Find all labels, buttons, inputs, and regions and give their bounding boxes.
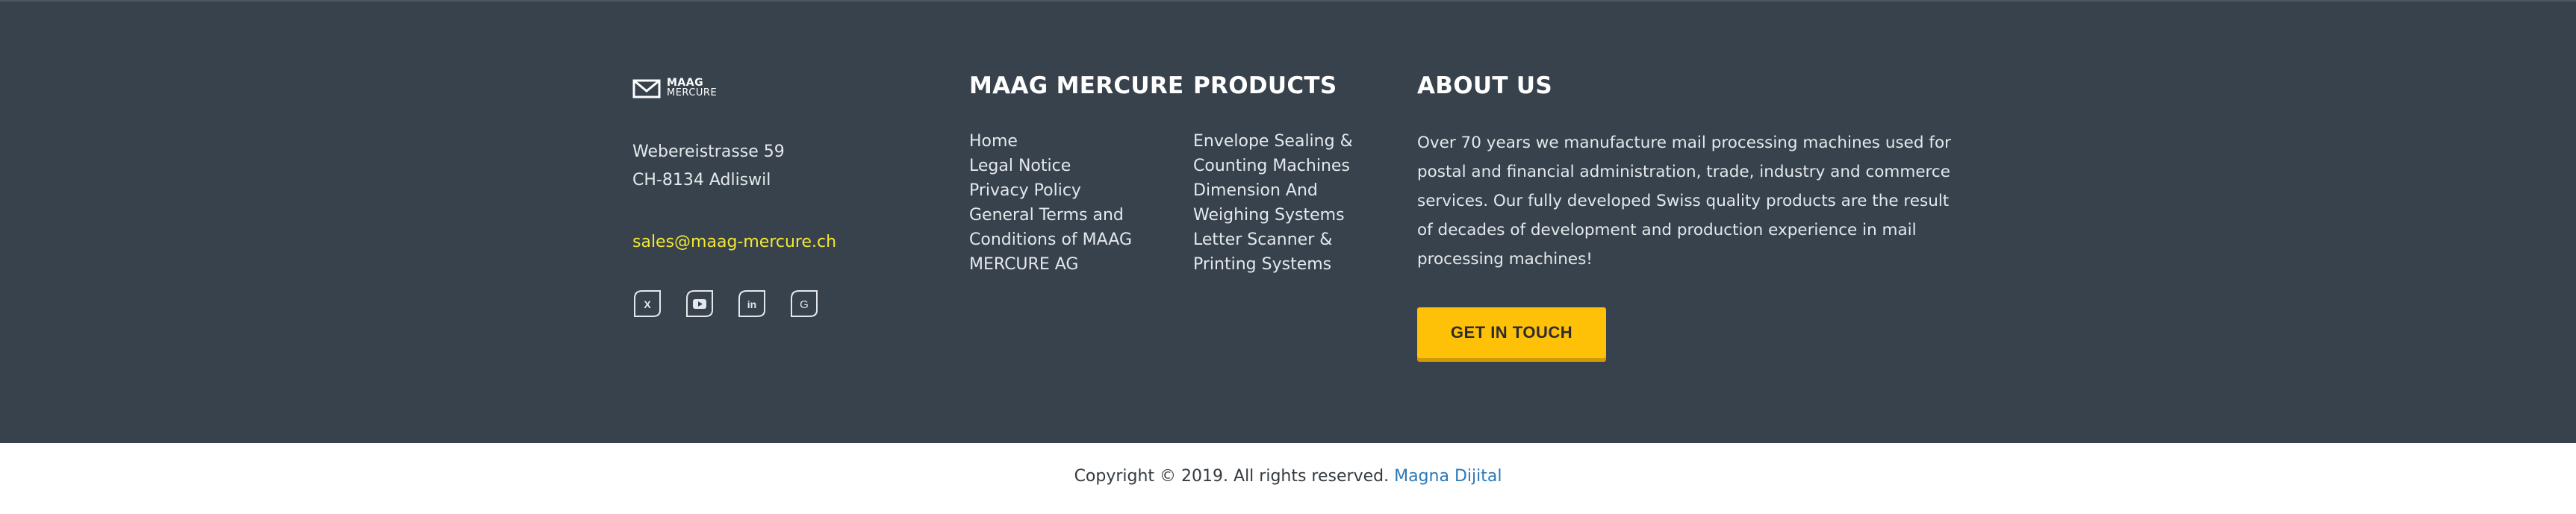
agency-link[interactable]: Magna Dijital <box>1394 467 1502 486</box>
xing-icon[interactable]: X <box>632 289 662 318</box>
dimension-weighing-link[interactable]: Weighing Systems <box>1193 203 1353 228</box>
youtube-icon[interactable] <box>685 289 715 318</box>
about-column-title: ABOUT US <box>1417 72 1552 99</box>
google-icon[interactable]: G <box>789 289 819 318</box>
general-terms-link[interactable]: MERCURE AG <box>969 252 1132 277</box>
about-text: Over 70 years we manufacture mail proces… <box>1417 134 1951 269</box>
get-in-touch-button[interactable]: GET IN TOUCH <box>1417 307 1606 358</box>
products-links: Envelope Sealing & Counting Machines Dim… <box>1193 129 1353 277</box>
envelope-sealing-link[interactable]: Counting Machines <box>1193 154 1353 178</box>
logo-text: MAAG MERCURE <box>667 78 717 98</box>
logo-brand: MAAG <box>667 76 704 89</box>
company-column-title: MAAG MERCURE <box>969 72 1184 99</box>
svg-text:X: X <box>644 298 651 310</box>
products-column-title: PRODUCTS <box>1193 72 1337 99</box>
general-terms-link[interactable]: General Terms and <box>969 203 1132 228</box>
logo-subbrand: MERCURE <box>667 87 718 98</box>
letter-scanner-link[interactable]: Printing Systems <box>1193 252 1353 277</box>
address-city: CH-8134 Adliswil <box>632 171 771 189</box>
logo[interactable]: MAAG MERCURE <box>632 75 719 100</box>
linkedin-icon[interactable]: in <box>737 289 767 318</box>
legal-notice-link[interactable]: Legal Notice <box>969 154 1132 178</box>
privacy-policy-link[interactable]: Privacy Policy <box>969 178 1132 203</box>
copyright: Copyright © 2019. All rights reserved. M… <box>0 467 2576 486</box>
logo-envelope-icon <box>632 79 661 98</box>
email-link[interactable]: sales@maag-mercure.ch <box>632 233 836 251</box>
svg-text:G: G <box>800 298 809 311</box>
svg-text:in: in <box>747 298 756 310</box>
copyright-text: Copyright © 2019. All rights reserved. <box>1074 467 1390 486</box>
footer: MAAG MERCURE Webereistrasse 59 CH-8134 A… <box>0 0 2576 443</box>
envelope-sealing-link[interactable]: Envelope Sealing & <box>1193 129 1353 154</box>
address-street: Webereistrasse 59 <box>632 142 785 161</box>
general-terms-link[interactable]: Conditions of MAAG <box>969 228 1132 252</box>
company-links: Home Legal Notice Privacy Policy General… <box>969 129 1132 277</box>
dimension-weighing-link[interactable]: Dimension And <box>1193 178 1353 203</box>
home-link[interactable]: Home <box>969 129 1132 154</box>
letter-scanner-link[interactable]: Letter Scanner & <box>1193 228 1353 252</box>
